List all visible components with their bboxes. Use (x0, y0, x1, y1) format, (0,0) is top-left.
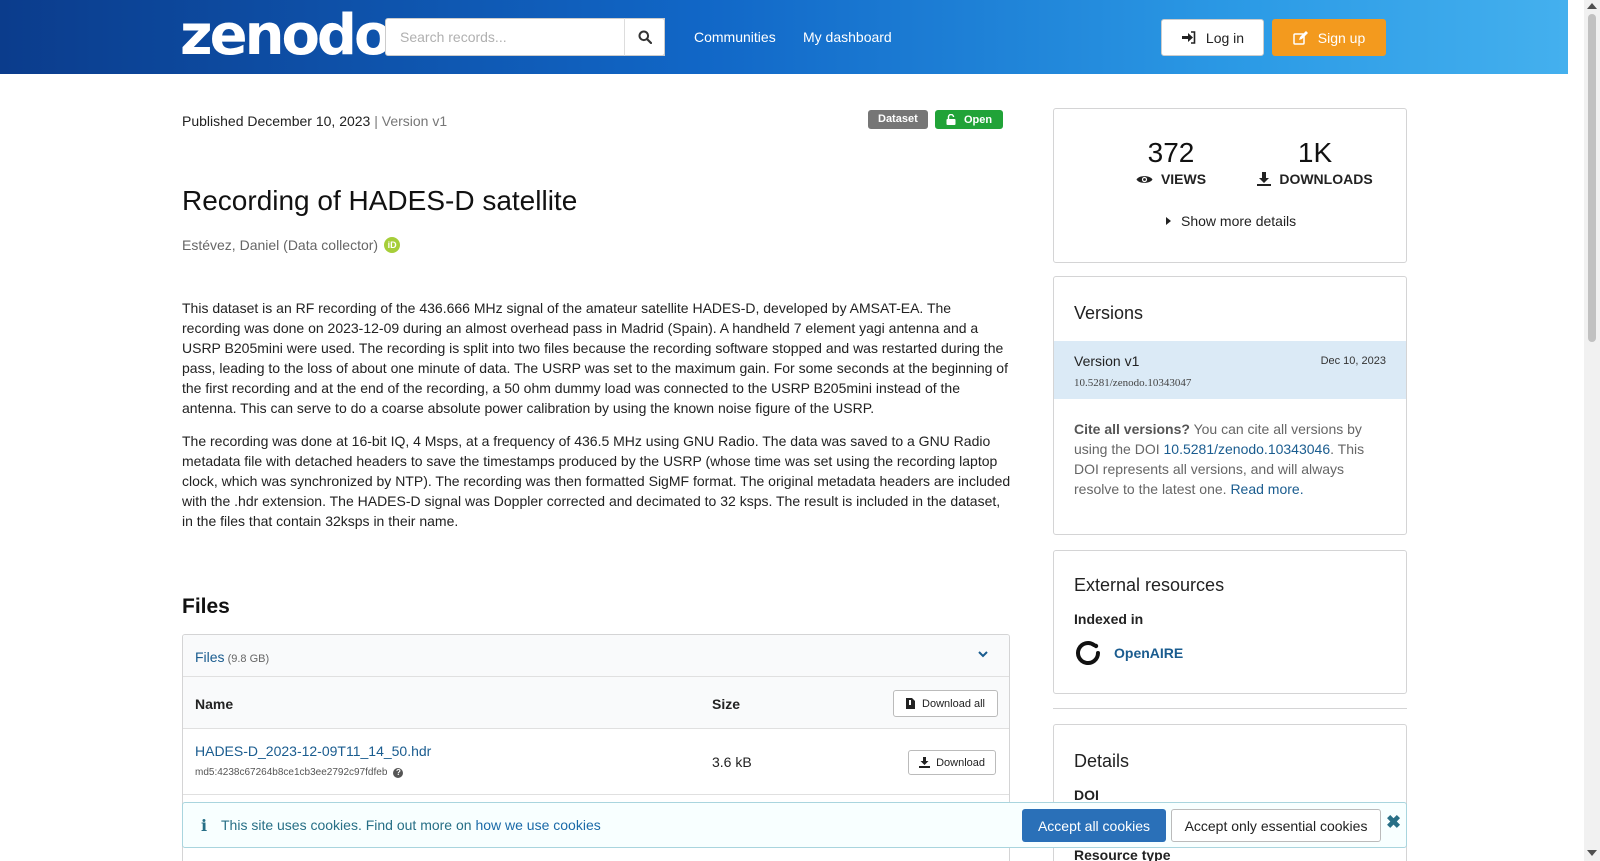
column-name: Name (195, 696, 234, 712)
version-item-date: Dec 10, 2023 (1320, 355, 1386, 367)
search-icon (638, 30, 652, 44)
question-circle-icon[interactable]: ? (393, 767, 404, 778)
download-icon (919, 757, 931, 768)
show-more-label: Show more details (1181, 213, 1297, 229)
file-link[interactable]: HADES-D_2023-12-09T11_14_50.hdr (195, 743, 431, 759)
zenodo-logo[interactable]: zenodo (180, 6, 392, 66)
views-stat: 372 VIEWS (1116, 137, 1226, 187)
downloads-label: DOWNLOADS (1279, 171, 1373, 187)
files-accordion-toggle[interactable]: Files (9.8 GB) (183, 635, 1009, 677)
description-paragraph: The recording was done at 16-bit IQ, 4 M… (182, 433, 1011, 529)
version-item-label[interactable]: Version v1 (1074, 353, 1139, 369)
cookie-banner: i This site uses cookies. Find out more … (182, 802, 1407, 848)
sidebar-divider (1053, 708, 1407, 709)
signup-label: Sign up (1317, 29, 1366, 46)
details-resource-type-label: Resource type (1074, 847, 1171, 861)
files-heading: Files (182, 595, 230, 618)
login-label: Log in (1205, 29, 1245, 46)
download-all-label: Download all (922, 697, 985, 710)
login-button[interactable]: Log in (1161, 19, 1264, 56)
description: This dataset is an RF recording of the 4… (182, 298, 1012, 544)
files-label: Files (9.8 GB) (195, 649, 270, 665)
access-label: Open (963, 113, 993, 126)
search-box[interactable] (385, 18, 665, 56)
downloads-count: 1K (1297, 137, 1333, 168)
column-size: Size (712, 696, 741, 712)
version-label: Version v1 (381, 113, 448, 129)
signup-button[interactable]: Sign up (1272, 19, 1386, 56)
views-count: 372 (1147, 137, 1195, 168)
files-table-header: Name Size Download all (183, 677, 1009, 729)
external-resources-heading: External resources (1074, 575, 1225, 595)
top-navbar: zenodo Communities My dashboard Log in S… (0, 0, 1568, 74)
downloads-stat: 1K DOWNLOADS (1250, 137, 1380, 187)
scrollbar-thumb[interactable] (1588, 14, 1596, 342)
access-badge[interactable]: Open (935, 110, 1003, 129)
download-button[interactable]: Download (908, 750, 996, 775)
openaire-label[interactable]: OpenAIRE (1114, 645, 1183, 661)
nav-my-dashboard[interactable]: My dashboard (803, 29, 892, 45)
caret-right-icon (1166, 217, 1171, 225)
file-size: 3.6 kB (712, 754, 752, 770)
sign-in-icon (1181, 31, 1196, 44)
cite-all-versions: Cite all versions? You can cite all vers… (1074, 421, 1365, 497)
indexed-in-label: Indexed in (1074, 611, 1144, 627)
chevron-down-icon (978, 651, 988, 658)
download-icon (1257, 172, 1272, 186)
accept-essential-cookies-button[interactable]: Accept only essential cookies (1171, 809, 1381, 842)
details-doi-label: DOI (1074, 787, 1099, 803)
external-resources-card: External resources Indexed in OpenAIRE (1053, 550, 1407, 694)
eye-icon (1136, 175, 1153, 183)
read-more-link[interactable]: Read more. (1230, 481, 1303, 497)
nav-communities[interactable]: Communities (694, 29, 776, 45)
publication-info: Published December 10, 2023 | Version v1 (182, 113, 448, 129)
concept-doi-link[interactable]: 10.5281/zenodo.10343046 (1164, 441, 1331, 457)
file-archive-icon (906, 698, 916, 709)
search-button[interactable] (624, 18, 665, 56)
page-title: Recording of HADES-D satellite (182, 185, 578, 216)
accept-all-cookies-button[interactable]: Accept all cookies (1022, 809, 1166, 842)
versions-card: Versions Version v1 Dec 10, 2023 10.5281… (1053, 276, 1407, 535)
details-heading: Details (1074, 751, 1130, 771)
cookie-message: This site uses cookies. Find out more on… (221, 817, 601, 833)
scroll-up-arrow[interactable] (1587, 3, 1597, 9)
views-label: VIEWS (1160, 171, 1207, 187)
scroll-down-arrow[interactable] (1587, 850, 1597, 856)
resource-type-badge: Dataset (868, 110, 928, 129)
versions-heading: Versions (1074, 303, 1144, 323)
files-total-size: (9.8 GB) (227, 653, 270, 665)
openaire-logo-icon (1076, 641, 1100, 665)
stats-card: 372 VIEWS 1K DOWNLOADS Show more details (1053, 108, 1407, 263)
show-more-details[interactable]: Show more details (1166, 213, 1296, 229)
table-row: HADES-D_2023-12-09T11_14_50.hdr md5:4238… (183, 729, 1009, 795)
description-paragraph: This dataset is an RF recording of the 4… (182, 300, 1008, 416)
creator[interactable]: Estévez, Daniel (Data collector) iD (182, 237, 401, 253)
published-date: Published December 10, 2023 (182, 113, 371, 129)
cookie-policy-link[interactable]: how we use cookies (475, 817, 600, 833)
version-item-doi: 10.5281/zenodo.10343047 (1074, 377, 1192, 389)
unlock-icon (946, 114, 956, 125)
edit-icon (1293, 30, 1308, 45)
download-all-button[interactable]: Download all (893, 690, 998, 717)
close-icon[interactable]: ✖ (1386, 812, 1401, 833)
info-icon: i (201, 816, 208, 835)
orcid-icon[interactable]: iD (384, 237, 401, 253)
creator-name[interactable]: Estévez, Daniel (Data collector) (182, 237, 378, 253)
search-input[interactable] (386, 19, 664, 55)
version-item-v1[interactable]: Version v1 Dec 10, 2023 10.5281/zenodo.1… (1054, 341, 1406, 399)
download-label: Download (936, 756, 985, 769)
file-checksum: md5:4238c67264b8ce1cb3ee2792c97fdfeb ? (195, 767, 404, 778)
openaire-link[interactable]: OpenAIRE (1074, 639, 1183, 667)
